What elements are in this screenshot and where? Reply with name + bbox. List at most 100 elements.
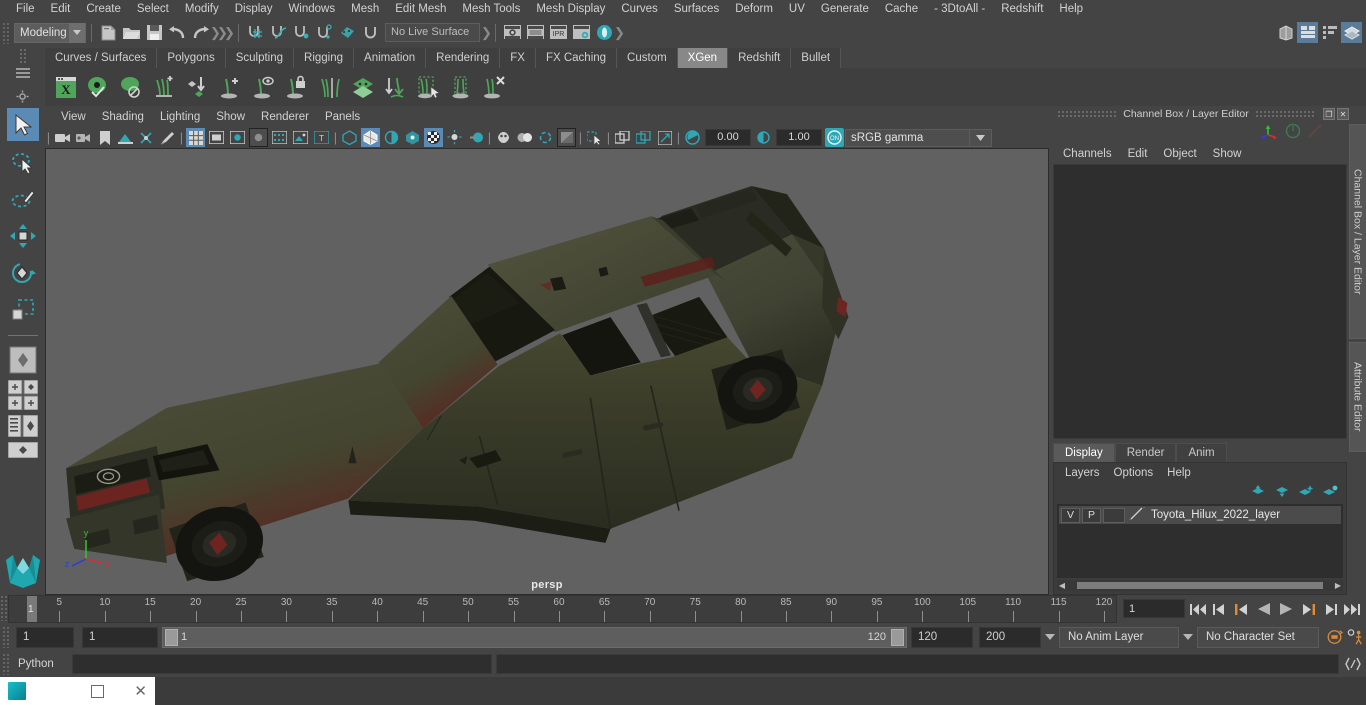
viewport-menu-panels[interactable]: Panels [317,108,368,127]
channelbox-menu-channels[interactable]: Channels [1055,148,1120,160]
step-back-keyframe-icon[interactable] [1211,599,1228,619]
hypershade-icon[interactable] [594,22,615,43]
layer-menu-options[interactable]: Options [1107,467,1161,479]
toggle-attribute-editor-icon[interactable] [1297,22,1318,43]
play-backwards-icon[interactable] [1255,599,1272,619]
four-view-layout[interactable] [7,380,38,410]
rotate-tool[interactable] [7,256,39,289]
menu-windows[interactable]: Windows [280,0,343,19]
exposure-value[interactable]: 0.00 [705,129,751,146]
lighting-all-lights-icon[interactable] [361,128,380,147]
channel-box-body[interactable] [1053,164,1347,439]
command-line-grip[interactable] [2,653,10,675]
shelf-tab-polygons[interactable]: Polygons [157,48,226,68]
sidebar-tab-channel-box[interactable]: Channel Box / Layer Editor [1348,124,1366,339]
shelf-tab-rigging[interactable]: Rigging [294,48,355,68]
shelf-tab-xgen[interactable]: XGen [677,48,729,68]
menu-mesh-tools[interactable]: Mesh Tools [454,0,528,19]
shelf-tab-bullet[interactable]: Bullet [791,48,842,68]
snap-to-view-plane-icon[interactable] [337,22,358,43]
shelf-options-gear-icon[interactable] [16,90,29,106]
shelf-tab-curves-surfaces[interactable]: Curves / Surfaces [45,48,158,68]
layer-list-scrollbar[interactable]: ◀ ▶ [1057,580,1343,591]
menu-file[interactable]: File [8,0,43,19]
menu-display[interactable]: Display [227,0,281,19]
menu-create[interactable]: Create [78,0,129,19]
xgen-mirror-guide-icon[interactable] [313,72,346,103]
select-objects-icon[interactable] [585,128,604,147]
go-to-start-icon[interactable] [1189,599,1206,619]
channelbox-menu-edit[interactable]: Edit [1120,148,1156,160]
smooth-shade-icon[interactable] [249,128,268,147]
make-live-icon[interactable] [360,22,381,43]
toggle-channel-box-icon[interactable] [1341,22,1362,43]
xgen-add-density-icon[interactable] [148,72,181,103]
status-line-grip[interactable] [2,21,10,44]
color-space-field[interactable]: sRGB gamma [845,128,970,147]
toggle-tool-settings-icon[interactable] [1319,22,1340,43]
move-tool[interactable] [7,219,39,252]
viewport-menu-lighting[interactable]: Lighting [152,108,208,127]
move-layer-down-icon[interactable] [1274,485,1290,500]
shelf-tab-custom[interactable]: Custom [617,48,678,68]
anim-layer-chevron-down-icon[interactable] [1041,627,1059,648]
menu-uv[interactable]: UV [781,0,813,19]
undock-icon[interactable]: ❐ [1323,108,1335,120]
sidebar-tab-attribute-editor[interactable]: Attribute Editor [1348,342,1366,452]
camera-attributes-icon[interactable] [74,128,93,147]
command-input[interactable] [72,654,492,674]
bookmark-icon[interactable] [95,128,114,147]
shelf-tab-redshift[interactable]: Redshift [728,48,792,68]
image-plane-icon[interactable] [116,128,135,147]
table-row[interactable]: V P Toyota_Hilux_2022_layer [1059,506,1341,524]
menu-surfaces[interactable]: Surfaces [666,0,727,19]
time-slider-grip[interactable] [0,595,8,621]
layer-shading-toggle[interactable] [1103,507,1125,523]
lasso-select-tool[interactable] [7,145,39,178]
menu-3dtoall[interactable]: - 3DtoAll - [926,0,993,19]
command-language-label[interactable]: Python [10,658,72,670]
layer-tab-render[interactable]: Render [1114,443,1177,462]
script-editor-icon[interactable] [1344,654,1361,674]
step-forward-keyframe-icon[interactable] [1321,599,1338,619]
shadows-icon[interactable] [382,128,401,147]
xgen-clump-icon[interactable] [445,72,478,103]
layer-tab-display[interactable]: Display [1053,443,1115,462]
viewport-menu-show[interactable]: Show [208,108,253,127]
menu-modify[interactable]: Modify [177,0,227,19]
open-scene-icon[interactable] [121,22,142,43]
color-space-chevron-down-icon[interactable] [970,128,992,147]
taskbar-window-button[interactable]: ✕ [0,677,155,705]
select-tool[interactable] [6,108,39,141]
panel-grip-right[interactable] [1254,110,1315,118]
scroll-left-icon[interactable]: ◀ [1057,581,1067,590]
shelf-tab-animation[interactable]: Animation [354,48,427,68]
channelbox-menu-object[interactable]: Object [1155,148,1204,160]
range-start-field[interactable] [82,626,158,648]
redo-icon[interactable] [190,22,211,43]
xgen-copy-paste-description-icon[interactable] [181,72,214,103]
shaded-textured-icon[interactable] [270,128,289,147]
render-current-frame-icon[interactable] [525,22,546,43]
render-view-icon[interactable] [502,22,523,43]
anti-alias-icon[interactable] [424,128,443,147]
gpu-cache-icon[interactable] [613,128,632,147]
xgen-disable-preview-icon[interactable] [115,72,148,103]
layer-menu-layers[interactable]: Layers [1058,467,1107,479]
xgen-add-guide-icon[interactable] [214,72,247,103]
gamma-icon[interactable] [754,128,773,147]
range-slider-grip[interactable] [2,626,10,648]
xgen-layer-icon[interactable] [346,72,379,103]
viewport-menu-view[interactable]: View [53,108,94,127]
scale-tool[interactable] [7,293,39,326]
shelf-grip[interactable] [19,48,26,64]
channelbox-menu-show[interactable]: Show [1205,148,1250,160]
xgen-select-guide-icon[interactable] [247,72,280,103]
perspective-viewport[interactable]: y x z persp [45,148,1049,595]
auto-key-icon[interactable] [1326,627,1343,647]
texture-border-icon[interactable]: T [312,128,331,147]
snap-to-curve-icon[interactable] [268,22,289,43]
anim-start-field[interactable] [16,626,74,648]
step-forward-frame-icon[interactable] [1299,599,1316,619]
animation-preferences-icon[interactable] [1347,627,1364,647]
